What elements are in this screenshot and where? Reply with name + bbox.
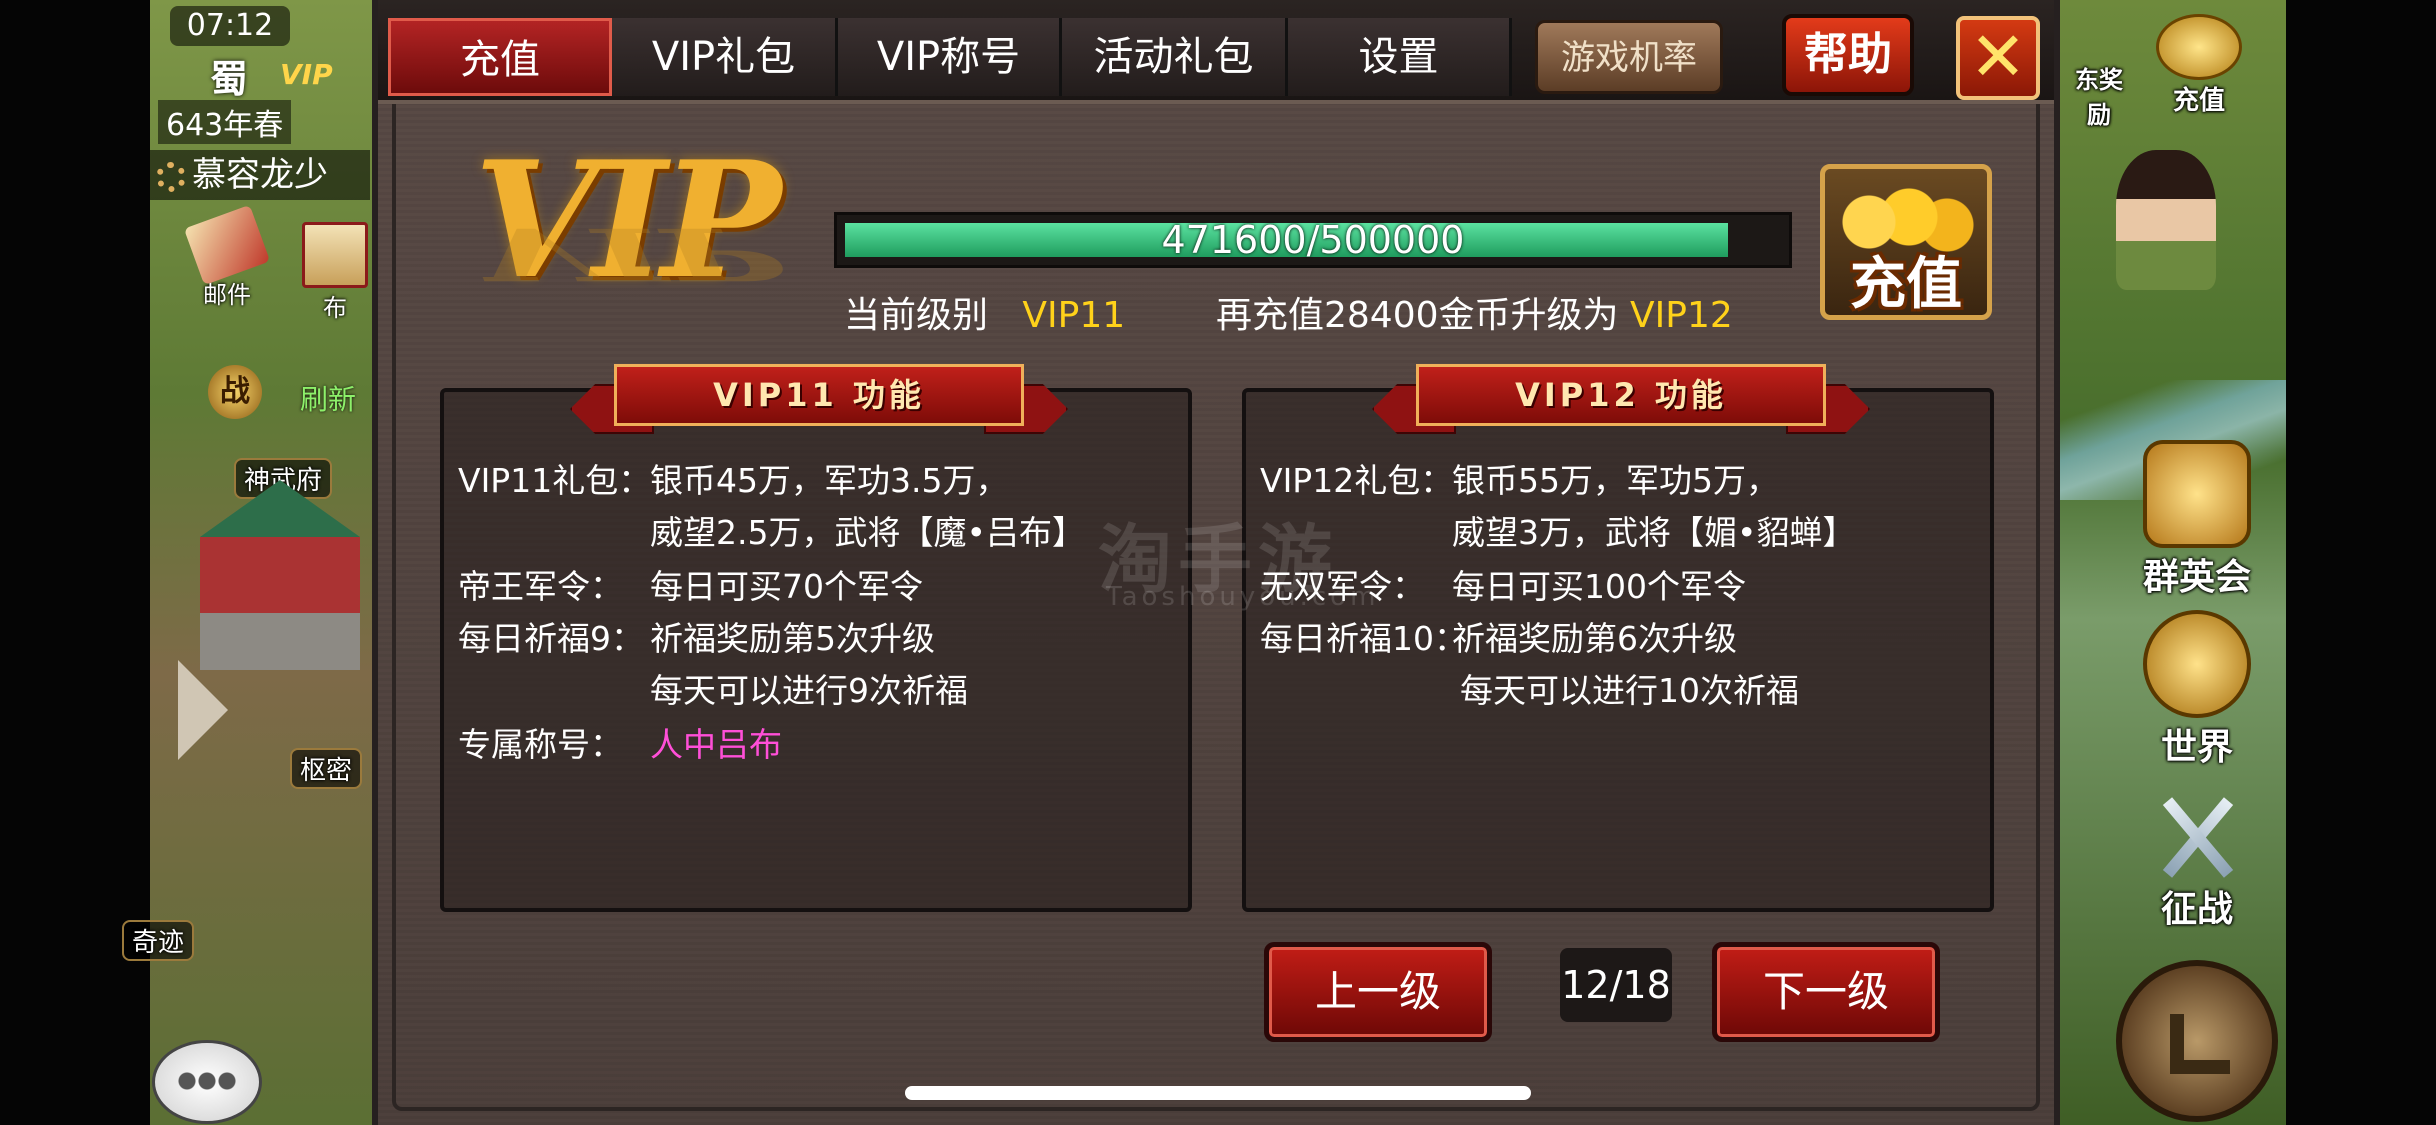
watermark-url: Taoshouyou.com xyxy=(1106,582,1380,612)
vip11-gift-line2: 威望2.5万，武将【魔•吕布】 xyxy=(650,513,1085,552)
vip11-title-ribbon: VIP11 功能 xyxy=(570,364,1068,434)
chat-button[interactable] xyxy=(152,1040,262,1124)
vip11-benefits-panel: VIP11 功能 VIP11礼包： 银币45万，军功3.5万， 威望2.5万，武… xyxy=(440,364,1192,912)
vip12-blessing-label: 每日祈福10： xyxy=(1260,619,1467,658)
current-level: 当前级别 VIP11 xyxy=(844,286,1125,338)
upgrade-target-level: VIP12 xyxy=(1629,295,1733,336)
vip-progress-bar: 471600/500000 xyxy=(834,212,1792,268)
recharge-button[interactable]: 充值 xyxy=(1820,164,1992,320)
vip12-title-ribbon: VIP12 功能 xyxy=(1372,364,1870,434)
game-clock: 07:12 xyxy=(170,6,290,46)
vip11-panel-title: VIP11 功能 xyxy=(614,364,1024,426)
vip11-blessing-line2: 每天可以进行9次祈福 xyxy=(650,671,968,710)
previous-level-button[interactable]: 上一级 xyxy=(1264,942,1492,1042)
vip12-gift-line1: 银币55万，军功5万， xyxy=(1452,461,1779,500)
game-year: 643年春 xyxy=(158,100,292,144)
recharge-button-label: 充值 xyxy=(1850,252,1962,317)
player-name: 慕容龙少 xyxy=(192,155,328,195)
settings-gear-icon xyxy=(156,161,186,192)
tab-recharge[interactable]: 充值 xyxy=(388,18,612,96)
help-button[interactable]: 帮助 xyxy=(1782,14,1914,96)
current-level-label: 当前级别 xyxy=(844,295,989,336)
vip12-benefits-panel: VIP12 功能 VIP12礼包： 银币55万，军功5万， 威望3万，武将【媚•… xyxy=(1242,364,1994,912)
compass-icon xyxy=(2143,610,2251,718)
vip11-order-label: 帝王军令： xyxy=(458,567,623,606)
heroes-button[interactable]: 群英会 xyxy=(2132,440,2262,600)
tab-vip-title[interactable]: VIP称号 xyxy=(838,18,1062,96)
upgrade-hint: 再充值28400金币升级为 VIP12 xyxy=(1216,286,1733,338)
board-label: 布 xyxy=(323,294,347,322)
vip-logo-reflection: VIP xyxy=(474,211,776,297)
vip-progress-text: 471600/500000 xyxy=(1161,218,1465,262)
battle-icon[interactable]: 战 xyxy=(208,365,262,419)
vip11-order-value: 每日可买70个军令 xyxy=(650,567,923,606)
crossed-swords-icon xyxy=(2147,790,2247,880)
home-indicator[interactable] xyxy=(905,1086,1531,1100)
gold-coins-icon xyxy=(2156,14,2242,80)
world-button[interactable]: 世界 xyxy=(2132,610,2262,770)
vip-dialog: 充值 VIP礼包 VIP称号 活动礼包 设置 游戏机率 帮助 ✕ VIP VIP… xyxy=(372,0,2060,1125)
vip11-exclusive-title: 人中吕布 xyxy=(650,725,782,764)
chat-bubble-icon xyxy=(177,1071,237,1091)
hero-avatar[interactable] xyxy=(2116,150,2216,290)
recharge-shortcut-button[interactable]: 充值 xyxy=(2144,14,2254,117)
heroes-label: 群英会 xyxy=(2142,557,2251,598)
scroll-icon xyxy=(302,222,368,288)
shumi-building-label[interactable]: 枢密 xyxy=(290,748,363,789)
collapse-menu-button[interactable] xyxy=(2116,960,2278,1122)
vip11-gift-label: VIP11礼包： xyxy=(458,461,652,500)
world-label: 世界 xyxy=(2160,727,2233,768)
vip12-blessing-line1: 祈福奖励第6次升级 xyxy=(1452,619,1737,658)
heroes-crest-icon xyxy=(2143,440,2251,548)
upgrade-hint-text: 再充值28400金币升级为 xyxy=(1216,295,1619,336)
vip11-blessing-line1: 祈福奖励第5次升级 xyxy=(650,619,935,658)
right-letterbox xyxy=(2286,0,2436,1125)
tab-settings[interactable]: 设置 xyxy=(1288,18,1512,96)
page-indicator: 12/18 xyxy=(1560,948,1672,1022)
vip12-blessing-line2: 每天可以进行10次祈福 xyxy=(1460,671,1799,710)
vip11-blessing-label: 每日祈福9： xyxy=(458,619,644,658)
campaign-button[interactable]: 征战 xyxy=(2132,790,2262,932)
reward-button[interactable]: 东奖励 xyxy=(2064,60,2134,130)
expand-left-arrow-icon[interactable] xyxy=(178,660,228,760)
mail-button[interactable]: 邮件 xyxy=(182,204,272,310)
vip11-gift-line1: 银币45万，军功3.5万， xyxy=(650,461,1009,500)
campaign-label: 征战 xyxy=(2160,889,2233,930)
game-odds-button[interactable]: 游戏机率 xyxy=(1535,20,1723,94)
player-name-bar[interactable]: 慕容龙少 xyxy=(150,150,370,200)
vip12-gift-label: VIP12礼包： xyxy=(1260,461,1454,500)
board-button[interactable]: 布 xyxy=(300,222,370,323)
next-level-button[interactable]: 下一级 xyxy=(1712,942,1940,1042)
vip-tag: VIP xyxy=(280,58,333,91)
tab-bar: 充值 VIP礼包 VIP称号 活动礼包 设置 游戏机率 帮助 ✕ xyxy=(378,0,2054,104)
close-icon[interactable]: ✕ xyxy=(1956,16,2040,100)
vip12-gift-line2: 威望3万，武将【媚•貂蝉】 xyxy=(1452,513,1856,552)
nation-label: 蜀 xyxy=(210,57,249,101)
tab-vip-gift[interactable]: VIP礼包 xyxy=(612,18,838,96)
qiji-building-label[interactable]: 奇迹 xyxy=(122,920,195,961)
player-hud: 07:12 蜀 VIP 643年春 慕容龙少 xyxy=(150,0,370,200)
mail-label: 邮件 xyxy=(203,281,251,309)
current-level-value: VIP11 xyxy=(1022,295,1126,336)
vip11-title-label: 专属称号： xyxy=(458,725,623,764)
mail-icon xyxy=(183,204,271,286)
refresh-label[interactable]: 刷新 xyxy=(300,378,356,418)
recharge-shortcut-label: 充值 xyxy=(2172,86,2225,116)
vip12-panel-title: VIP12 功能 xyxy=(1416,364,1826,426)
vip12-order-value: 每日可买100个军令 xyxy=(1452,567,1746,606)
tab-event-gift[interactable]: 活动礼包 xyxy=(1062,18,1288,96)
